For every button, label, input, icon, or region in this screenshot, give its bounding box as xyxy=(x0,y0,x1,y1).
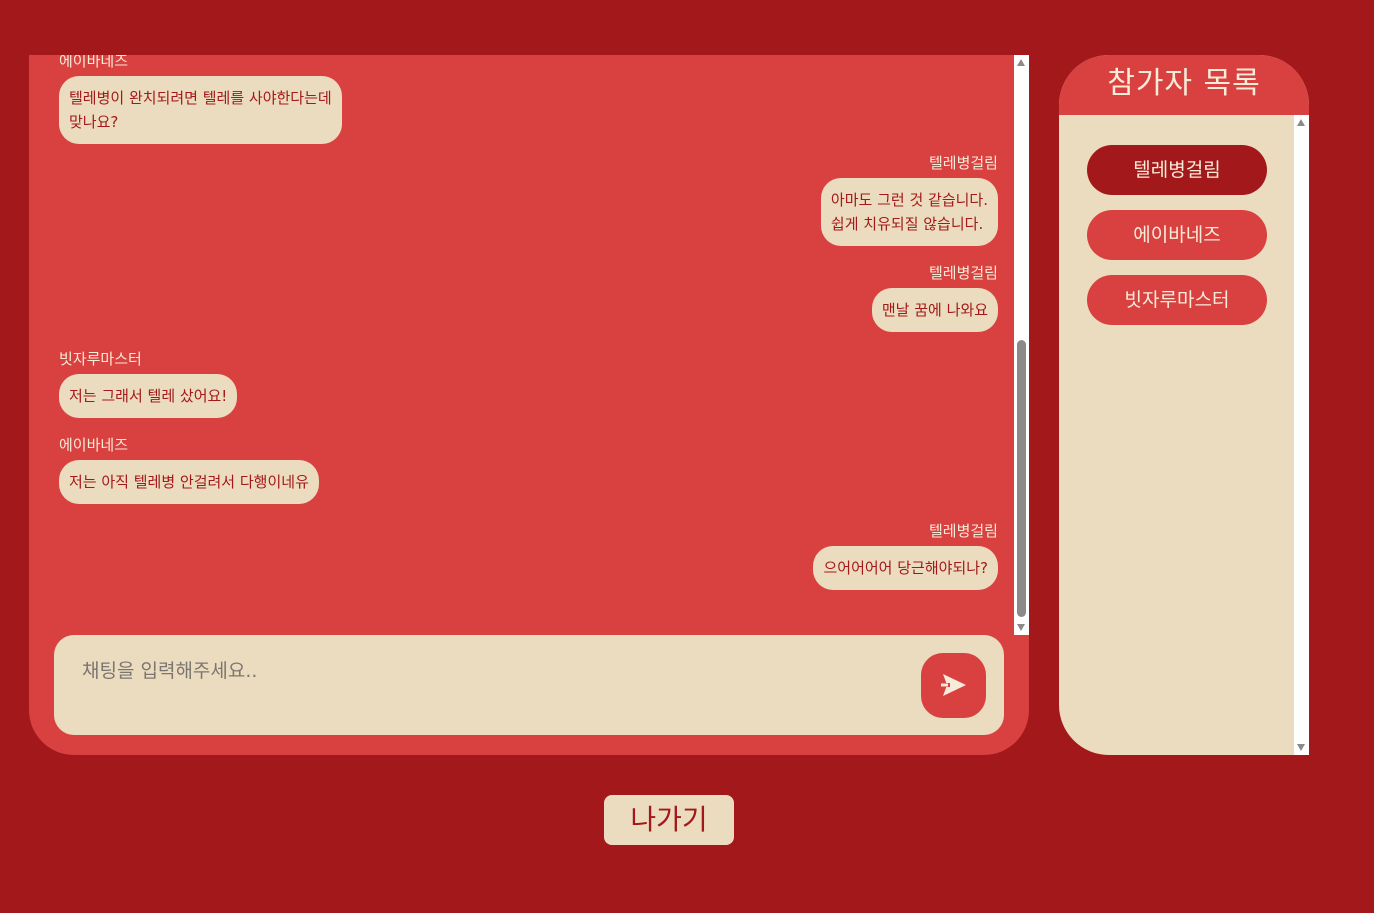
participants-title: 참가자 목록 xyxy=(1059,55,1309,115)
message-sender: 텔레병걸림 xyxy=(928,522,998,540)
message-item: 에이바네즈 텔레병이 완치되려면 텔레를 사야한다는데 맞나요? xyxy=(59,55,342,144)
message-list[interactable]: 에이바네즈 텔레병이 완치되려면 텔레를 사야한다는데 맞나요? 텔레병걸림 아… xyxy=(29,55,1014,635)
message-text-line: 맨날 꿈에 나와요 xyxy=(881,301,988,319)
participants-scrollbar[interactable] xyxy=(1294,115,1309,755)
participants-panel: 참가자 목록 텔레병걸림 에이바네즈 빗자루마스터 xyxy=(1059,55,1309,755)
scroll-down-arrow-icon[interactable] xyxy=(1017,624,1025,631)
message-text-line: 텔레병이 완치되려면 텔레를 사야한다는데 xyxy=(69,89,332,107)
message-bubble: 으어어어어 당근해야되나? xyxy=(813,546,998,590)
message-bubble: 맨날 꿈에 나와요 xyxy=(871,288,998,332)
message-bubble: 아마도 그런 것 같습니다. 쉽게 치유되질 않습니다. xyxy=(820,178,998,246)
scroll-up-arrow-icon[interactable] xyxy=(1017,59,1025,66)
message-sender: 빗자루마스터 xyxy=(59,350,142,368)
participant-item[interactable]: 에이바네즈 xyxy=(1087,210,1267,260)
message-text-line: 저는 아직 텔레병 안걸려서 다행이네유 xyxy=(69,473,309,491)
message-sender: 에이바네즈 xyxy=(59,436,129,454)
message-item: 빗자루마스터 저는 그래서 텔레 샀어요! xyxy=(59,350,238,418)
exit-button[interactable]: 나가기 xyxy=(604,795,734,845)
message-bubble: 저는 그래서 텔레 샀어요! xyxy=(59,374,238,418)
chat-input[interactable] xyxy=(80,655,880,687)
message-text-line: 쉽게 치유되질 않습니다. xyxy=(830,215,984,233)
message-text-line: 저는 그래서 텔레 샀어요! xyxy=(69,387,228,405)
message-text-line: 맞나요? xyxy=(69,113,119,131)
scroll-down-arrow-icon[interactable] xyxy=(1297,744,1305,751)
message-scrollbar[interactable] xyxy=(1014,55,1029,635)
participant-item[interactable]: 빗자루마스터 xyxy=(1087,275,1267,325)
chat-input-container xyxy=(54,635,1004,735)
participants-list: 텔레병걸림 에이바네즈 빗자루마스터 xyxy=(1059,115,1294,755)
message-item: 텔레병걸림 으어어어어 당근해야되나? xyxy=(813,522,998,590)
message-sender: 에이바네즈 xyxy=(59,55,129,70)
send-button[interactable] xyxy=(921,653,986,718)
message-item: 텔레병걸림 맨날 꿈에 나와요 xyxy=(871,264,998,332)
message-sender: 텔레병걸림 xyxy=(928,264,998,282)
message-text-line: 아마도 그런 것 같습니다. xyxy=(830,191,988,209)
message-sender: 텔레병걸림 xyxy=(928,154,998,172)
message-bubble: 저는 아직 텔레병 안걸려서 다행이네유 xyxy=(59,460,319,504)
message-item: 텔레병걸림 아마도 그런 것 같습니다. 쉽게 치유되질 않습니다. xyxy=(820,154,998,246)
message-item: 에이바네즈 저는 아직 텔레병 안걸려서 다행이네유 xyxy=(59,436,319,504)
participant-item[interactable]: 텔레병걸림 xyxy=(1087,145,1267,195)
chat-panel: 에이바네즈 텔레병이 완치되려면 텔레를 사야한다는데 맞나요? 텔레병걸림 아… xyxy=(29,55,1029,755)
message-bubble: 텔레병이 완치되려면 텔레를 사야한다는데 맞나요? xyxy=(59,76,342,144)
scroll-up-arrow-icon[interactable] xyxy=(1297,119,1305,126)
scrollbar-thumb[interactable] xyxy=(1017,340,1026,617)
send-arrow-icon xyxy=(941,674,966,696)
message-text-line: 으어어어어 당근해야되나? xyxy=(823,559,988,577)
